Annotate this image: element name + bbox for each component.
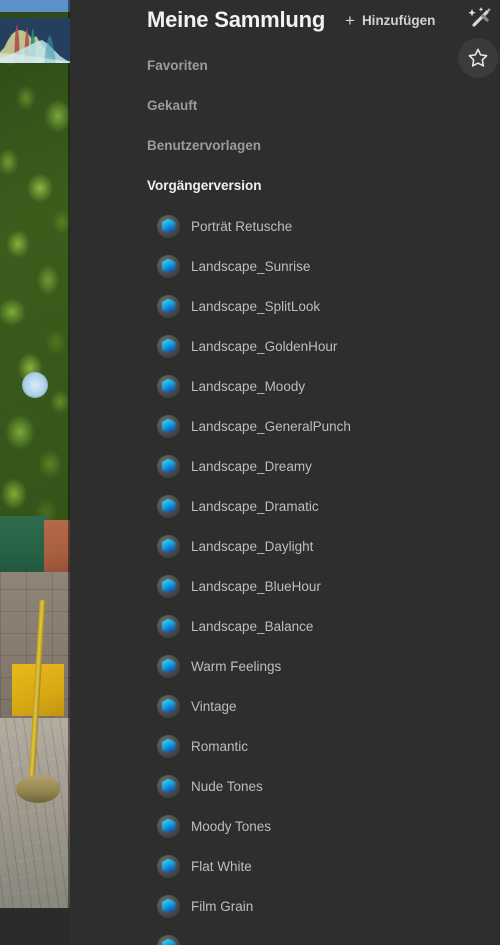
- photo-foliage-region: [0, 12, 70, 524]
- sidebar-item-gekauft[interactable]: Gekauft: [147, 98, 197, 113]
- preset-list-item[interactable]: Landscape_BlueHour: [70, 566, 500, 606]
- sidebar-item-favoriten[interactable]: Favoriten: [147, 58, 208, 73]
- preset-item-label: Vintage: [191, 698, 237, 714]
- preset-item-label: Landscape_GoldenHour: [191, 338, 338, 354]
- preset-item-label: Landscape_SplitLook: [191, 298, 321, 314]
- plus-icon: +: [345, 11, 355, 30]
- preset-list[interactable]: Porträt Retusche Landscape_Sunrise Landsca…: [70, 206, 500, 945]
- photo-sign-base: [16, 775, 60, 803]
- preset-item-label: Landscape_Dramatic: [191, 498, 319, 514]
- preset-cube-icon: [157, 454, 180, 478]
- collection-panel: Meine Sammlung + Hinzufügen Favoriten Ge…: [70, 0, 500, 945]
- preset-cube-icon: [157, 254, 180, 278]
- photo-sky-gap: [22, 372, 48, 398]
- photo-tiled-roof: [44, 520, 70, 576]
- preset-item-label: Flat White: [191, 858, 252, 874]
- preset-list-item[interactable]: Landscape_GeneralPunch: [70, 406, 500, 446]
- preset-list-item[interactable]: Moody Tones: [70, 806, 500, 846]
- preset-cube-icon: [157, 774, 180, 798]
- add-button[interactable]: + Hinzufügen: [345, 12, 435, 29]
- preset-cube-icon: [157, 334, 180, 358]
- preset-list-item[interactable]: Landscape_Daylight: [70, 526, 500, 566]
- preset-cube-icon: [157, 494, 180, 518]
- preset-cube-icon: [157, 574, 180, 598]
- preset-item-label: Landscape_BlueHour: [191, 578, 321, 594]
- preset-item-label: Landscape_Dreamy: [191, 458, 312, 474]
- preset-item-label: Porträt Retusche: [191, 218, 293, 234]
- preset-item-label: Film Grain: [191, 898, 254, 914]
- preset-list-item[interactable]: Landscape_Moody: [70, 366, 500, 406]
- photo-preview: [0, 0, 70, 945]
- preset-list-item[interactable]: Film Grain: [70, 886, 500, 926]
- canvas-bottom-strip: [0, 908, 70, 945]
- preset-cube-icon: [157, 694, 180, 718]
- preset-list-item[interactable]: Flat White: [70, 846, 500, 886]
- preset-item-label: Moody Tones: [191, 818, 272, 834]
- preset-cube-icon: [157, 534, 180, 558]
- preset-list-item[interactable]: [70, 926, 500, 945]
- favorite-star-button[interactable]: [458, 38, 498, 78]
- preset-item-label: Warm Feelings: [191, 658, 282, 674]
- sidebar-item-vorgaengerversion[interactable]: Vorgängerversion: [147, 178, 262, 193]
- star-outline-icon: [468, 48, 488, 67]
- panel-header: Meine Sammlung + Hinzufügen: [70, 0, 500, 78]
- preset-list-item[interactable]: Landscape_Balance: [70, 606, 500, 646]
- preset-item-label: Landscape_Daylight: [191, 538, 314, 554]
- preset-cube-icon: [157, 294, 180, 318]
- preset-list-item[interactable]: Romantic: [70, 726, 500, 766]
- preset-list-item[interactable]: Warm Feelings: [70, 646, 500, 686]
- preset-list-item[interactable]: Landscape_SplitLook: [70, 286, 500, 326]
- add-button-label: Hinzufügen: [361, 13, 436, 28]
- preset-cube-icon: [157, 894, 180, 918]
- preset-cube-icon: [157, 814, 180, 838]
- preset-cube-icon: [157, 734, 180, 758]
- page-title: Meine Sammlung: [147, 7, 326, 32]
- preset-list-item[interactable]: Landscape_GoldenHour: [70, 326, 500, 366]
- preset-list-item[interactable]: Landscape_Dreamy: [70, 446, 500, 486]
- preset-cube-icon: [157, 654, 180, 678]
- preset-list-item[interactable]: Landscape_Sunrise: [70, 246, 500, 286]
- preset-list-item[interactable]: Vintage: [70, 686, 500, 726]
- preset-cube-icon: [157, 374, 180, 398]
- app-root: Meine Sammlung + Hinzufügen Favoriten Ge…: [0, 0, 500, 945]
- preset-list-item[interactable]: Nude Tones: [70, 766, 500, 806]
- preset-cube-icon: [157, 614, 180, 638]
- preset-cube-icon: [157, 414, 180, 438]
- preset-item-label: Landscape_Moody: [191, 378, 306, 394]
- magic-wand-sparkle-icon[interactable]: [465, 4, 495, 34]
- preset-item-label: Landscape_Balance: [191, 618, 314, 634]
- preset-list-item[interactable]: Porträt Retusche: [70, 206, 500, 246]
- preset-item-label: Landscape_GeneralPunch: [191, 418, 351, 434]
- preset-item-label: Landscape_Sunrise: [191, 258, 311, 274]
- sidebar-item-benutzervorlagen[interactable]: Benutzervorlagen: [147, 138, 261, 153]
- preset-cube-icon: [157, 934, 180, 945]
- preset-list-item[interactable]: Landscape_Dramatic: [70, 486, 500, 526]
- preset-cube-icon: [157, 854, 180, 878]
- preset-item-label: Nude Tones: [191, 778, 263, 794]
- preset-item-label: Romantic: [191, 738, 249, 754]
- histogram-plot: [0, 18, 70, 63]
- preset-cube-icon: [157, 214, 180, 238]
- image-canvas[interactable]: [0, 0, 70, 945]
